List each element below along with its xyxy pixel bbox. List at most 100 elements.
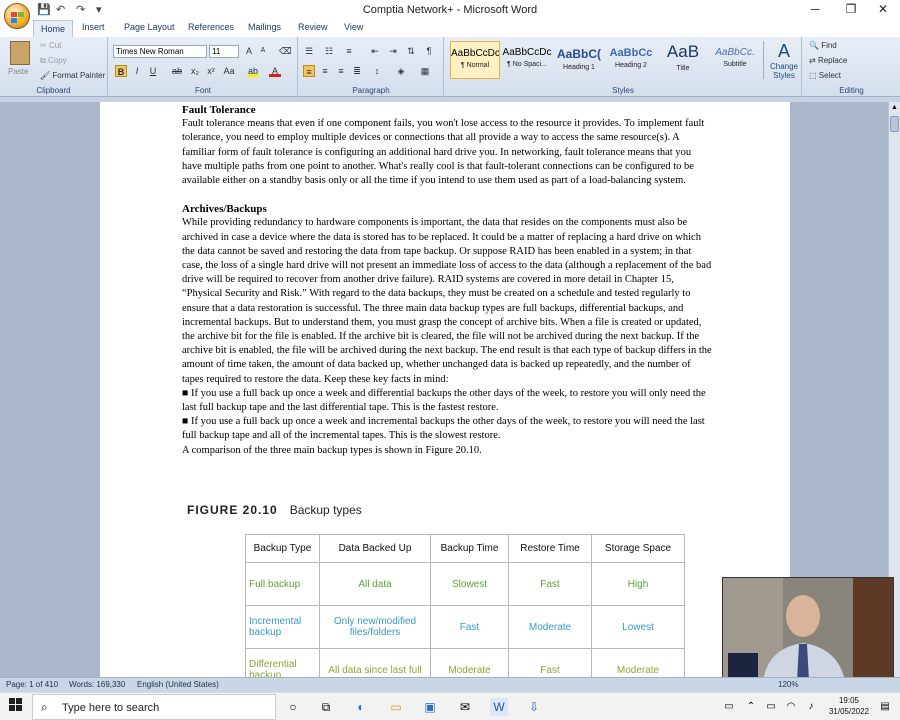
tab-references[interactable]: References <box>188 22 234 32</box>
select-button[interactable]: ⬚ Select <box>809 71 841 80</box>
multilevel-list-icon[interactable]: ≡ <box>343 45 355 57</box>
cut-button[interactable]: ✂ Cut <box>40 41 61 50</box>
change-case-button[interactable]: Aa <box>223 65 235 77</box>
task-view-icon[interactable]: ⧉ <box>317 698 335 716</box>
paragraph: Fault tolerance means that even if one c… <box>182 118 705 187</box>
language-status[interactable]: English (United States) <box>137 680 219 689</box>
tab-review[interactable]: Review <box>298 22 328 32</box>
screen-recorder-icon[interactable]: ⇩ <box>525 698 543 716</box>
office-logo-icon <box>11 11 25 23</box>
highlight-icon[interactable]: ab <box>247 65 259 77</box>
table-cell: All data <box>319 562 431 606</box>
style-preview: AaBbCcDc <box>502 47 552 58</box>
align-center-icon[interactable]: ≡ <box>319 65 331 77</box>
table-cell: High <box>591 562 685 606</box>
word-count[interactable]: Words: 169,330 <box>69 680 125 689</box>
word-app-icon[interactable]: W <box>490 698 508 716</box>
mail-icon[interactable]: ✉ <box>456 698 474 716</box>
shading-icon[interactable]: ◈ <box>395 65 407 77</box>
volume-icon[interactable]: ♪ <box>802 698 820 716</box>
taskbar-clock[interactable]: 19:05 31/05/2022 <box>824 695 874 717</box>
zoom-level[interactable]: 120% <box>778 680 798 689</box>
tab-insert[interactable]: Insert <box>82 22 105 32</box>
system-tray-icon[interactable]: ▭ <box>720 698 738 716</box>
grow-font-icon[interactable]: A <box>243 45 255 57</box>
table-row: Full backup All data Slowest Fast High <box>245 562 685 606</box>
office-button[interactable] <box>4 3 30 29</box>
replace-button[interactable]: ⇄ Replace <box>809 56 847 65</box>
font-color-icon[interactable]: A <box>269 65 281 77</box>
style-subtitle[interactable]: AaBbCc. Subtitle <box>710 41 760 79</box>
wifi-icon[interactable]: ◠ <box>782 698 800 716</box>
font-group: Times New Roman 11 A A ⌫ B I U ab x₂ x² … <box>109 37 298 97</box>
cortana-icon[interactable]: ○ <box>284 698 302 716</box>
font-name-select[interactable]: Times New Roman <box>113 45 207 58</box>
font-size-select[interactable]: 11 <box>209 45 239 58</box>
find-button[interactable]: 🔍 Find <box>809 41 837 50</box>
document-page[interactable]: Fault Tolerance Fault tolerance means th… <box>100 102 790 677</box>
style-normal[interactable]: AaBbCcDc ¶ Normal <box>450 41 500 79</box>
line-spacing-icon[interactable]: ↕ <box>371 65 383 77</box>
edge-icon[interactable]: ◐ <box>352 698 370 716</box>
numbering-icon[interactable]: ☷ <box>323 45 335 57</box>
heading-fault-tolerance: Fault Tolerance <box>182 104 256 116</box>
font-group-label: Font <box>194 86 211 95</box>
styles-group-label: Styles <box>612 86 634 95</box>
notifications-icon[interactable]: ▤ <box>876 698 894 716</box>
paste-button[interactable]: Paste <box>8 67 28 76</box>
taskbar-search[interactable]: ⌕ Type here to search <box>32 694 276 720</box>
paragraph: A comparison of the three main backup ty… <box>182 444 482 456</box>
table-cell: Incremental backup <box>245 605 320 649</box>
scroll-thumb[interactable] <box>890 116 899 132</box>
tab-home[interactable]: Home <box>33 20 73 38</box>
minimize-button[interactable]: ─ <box>800 2 830 16</box>
document-text[interactable]: Fault Tolerance Fault tolerance means th… <box>182 103 712 458</box>
align-right-icon[interactable]: ≡ <box>335 65 347 77</box>
store-icon[interactable]: ▣ <box>421 698 439 716</box>
tab-view[interactable]: View <box>344 22 363 32</box>
align-left-icon[interactable]: ≡ <box>303 65 315 77</box>
maximize-button[interactable]: ❐ <box>836 2 866 16</box>
shrink-font-icon[interactable]: A <box>257 45 269 57</box>
clear-formatting-icon[interactable]: ⌫ <box>279 45 292 57</box>
justify-icon[interactable]: ≣ <box>351 65 363 77</box>
file-explorer-icon[interactable]: ▭ <box>387 698 405 716</box>
style-title[interactable]: AaB Title <box>658 41 708 79</box>
tab-page-layout[interactable]: Page Layout <box>124 22 175 32</box>
style-name: Heading 1 <box>563 64 595 71</box>
format-painter-button[interactable]: 🖌 Format Painter <box>40 71 105 80</box>
borders-icon[interactable]: ▦ <box>419 65 431 77</box>
decrease-indent-icon[interactable]: ⇤ <box>369 45 381 57</box>
copy-button[interactable]: ⧉ Copy <box>40 56 67 66</box>
network-icon[interactable]: ▭ <box>762 698 780 716</box>
style-no-spacing[interactable]: AaBbCcDc ¶ No Spaci... <box>502 41 552 79</box>
underline-button[interactable]: U <box>147 65 159 77</box>
style-heading-2[interactable]: AaBbCc Heading 2 <box>606 41 656 79</box>
chevron-up-icon[interactable]: ⌃ <box>742 698 760 716</box>
style-name: Subtitle <box>723 61 747 68</box>
table-header: Storage Space <box>591 534 685 563</box>
table-header: Data Backed Up <box>319 534 431 563</box>
table-cell: Moderate <box>508 605 592 649</box>
scroll-up-icon[interactable]: ▲ <box>890 104 899 113</box>
subscript-button[interactable]: x₂ <box>189 65 201 77</box>
windows-start-icon[interactable] <box>7 698 25 716</box>
figure-caption: FIGURE 20.10 Backup types <box>187 503 362 517</box>
bullets-icon[interactable]: ☰ <box>303 45 315 57</box>
table-cell: Slowest <box>430 562 509 606</box>
bold-button[interactable]: B <box>115 65 127 77</box>
close-button[interactable]: ✕ <box>868 2 898 16</box>
style-heading-1[interactable]: AaBbC(Heading 1 <box>554 41 604 79</box>
show-formatting-icon[interactable]: ¶ <box>423 45 435 57</box>
increase-indent-icon[interactable]: ⇥ <box>387 45 399 57</box>
change-styles-button[interactable]: A Change Styles <box>767 41 801 80</box>
clock-date: 31/05/2022 <box>828 707 870 716</box>
strikethrough-button[interactable]: ab <box>171 65 183 77</box>
italic-button[interactable]: I <box>131 65 143 77</box>
sort-icon[interactable]: ⇅ <box>405 45 417 57</box>
page-count[interactable]: Page: 1 of 410 <box>6 680 58 689</box>
webcam-overlay <box>722 577 894 680</box>
tab-mailings[interactable]: Mailings <box>248 22 281 32</box>
superscript-button[interactable]: x² <box>205 65 217 77</box>
